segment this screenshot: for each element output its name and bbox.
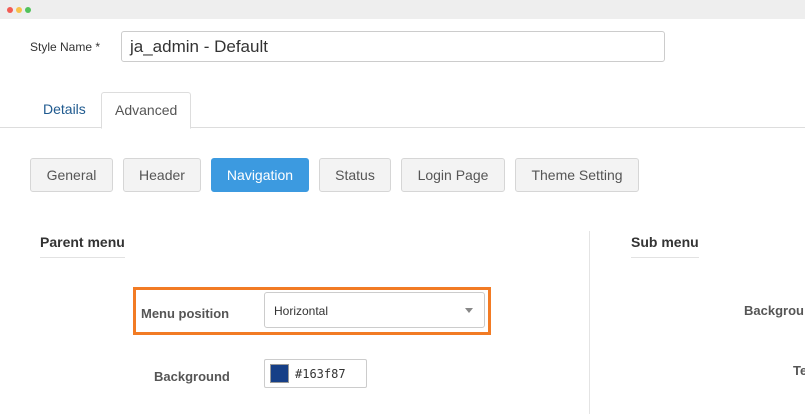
menu-position-label: Menu position	[141, 306, 230, 321]
tab-details[interactable]: Details	[30, 92, 99, 128]
subtab-navigation[interactable]: Navigation	[211, 158, 309, 192]
menu-position-select[interactable]: Horizontal	[264, 292, 485, 328]
main-tabs: Details Advanced	[0, 92, 805, 129]
style-name-input[interactable]: ja_admin - Default	[121, 31, 665, 62]
minimize-window-dot[interactable]	[16, 7, 22, 13]
background-label: Background	[154, 369, 230, 384]
column-divider	[589, 231, 590, 414]
color-swatch[interactable]	[270, 364, 289, 383]
style-name-label: Style Name *	[30, 40, 101, 54]
sub-menu-text-label: Te	[793, 363, 805, 378]
subtab-status[interactable]: Status	[319, 158, 391, 192]
maximize-window-dot[interactable]	[25, 7, 31, 13]
sub-menu-background-label: Backgrou	[744, 303, 804, 318]
subtab-header[interactable]: Header	[123, 158, 201, 192]
close-window-dot[interactable]	[7, 7, 13, 13]
subtab-theme-setting[interactable]: Theme Setting	[515, 158, 639, 192]
sub-menu-heading: Sub menu	[631, 234, 699, 258]
background-color-field[interactable]: #163f87	[264, 359, 367, 388]
menu-position-value: Horizontal	[274, 304, 329, 318]
background-color-value: #163f87	[295, 367, 346, 381]
window-titlebar	[0, 0, 805, 19]
subtab-login-page[interactable]: Login Page	[401, 158, 505, 192]
parent-menu-heading: Parent menu	[40, 234, 125, 258]
tab-advanced[interactable]: Advanced	[101, 92, 192, 129]
subtab-general[interactable]: General	[30, 158, 113, 192]
chevron-down-icon	[465, 308, 473, 313]
page-content: Style Name * ja_admin - Default Details …	[0, 19, 805, 414]
